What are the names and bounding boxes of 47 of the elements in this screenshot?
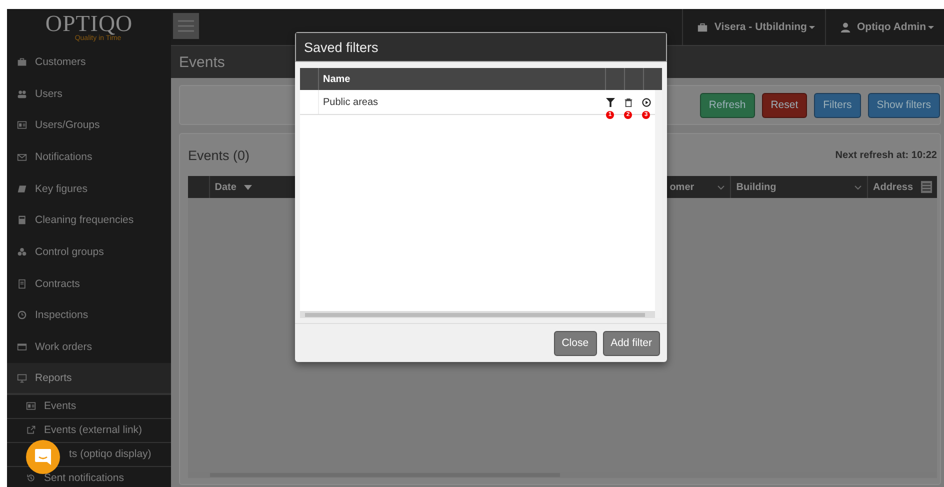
dialog-button[interactable]: Add filter bbox=[602, 330, 660, 356]
sidebar-item[interactable]: Work orders bbox=[7, 331, 171, 363]
sidebar-item[interactable]: Customers bbox=[7, 46, 171, 78]
sidebar-item[interactable]: Control groups bbox=[7, 236, 171, 268]
chat-icon bbox=[33, 447, 53, 467]
cubes-icon bbox=[17, 246, 27, 257]
user-dropdown[interactable]: Optiqo Admin bbox=[824, 9, 944, 45]
id-card-icon bbox=[17, 120, 27, 130]
clock-icon bbox=[17, 310, 27, 320]
sidebar-item[interactable]: Users bbox=[7, 78, 171, 110]
briefcase-icon bbox=[697, 22, 708, 32]
briefcase-icon bbox=[17, 56, 27, 67]
dialog-button[interactable]: Close bbox=[554, 330, 597, 356]
refresh-note: Next refresh at: 10:22 bbox=[835, 150, 937, 160]
table-cell-text: Public areas bbox=[322, 96, 380, 110]
logo-wordmark: OPTIQO bbox=[45, 12, 133, 34]
sidebar-item[interactable]: Inspections bbox=[7, 300, 171, 332]
menu-icon bbox=[178, 20, 194, 32]
envelope-icon bbox=[17, 152, 27, 162]
sidebar-item[interactable]: Cleaning frequencies bbox=[7, 204, 171, 236]
sidebar-item[interactable]: Reports bbox=[7, 362, 171, 395]
calculator-icon bbox=[17, 215, 27, 226]
toolbar-button[interactable]: Filters bbox=[814, 92, 861, 118]
sidebar-item[interactable]: Contracts bbox=[7, 268, 171, 300]
play-circle-icon[interactable] bbox=[642, 98, 650, 106]
history-icon bbox=[26, 473, 36, 484]
monitor-icon bbox=[17, 372, 27, 383]
sidebar-item[interactable]: Key figures bbox=[7, 172, 171, 204]
toolbar-button[interactable]: Refresh bbox=[700, 92, 755, 118]
toolbar-button[interactable]: Reset bbox=[762, 92, 808, 118]
sidebar-item[interactable]: Users/Groups bbox=[7, 109, 171, 142]
column-header: Name bbox=[322, 72, 352, 86]
panel-title: Events (0) bbox=[188, 148, 250, 162]
scrollbar[interactable] bbox=[300, 311, 655, 318]
document-icon bbox=[17, 278, 27, 289]
card-icon bbox=[17, 342, 27, 352]
dialog-title: Saved filters bbox=[304, 40, 378, 54]
page-title: Events bbox=[179, 54, 225, 70]
person-icon bbox=[840, 22, 851, 32]
id-card-icon bbox=[26, 401, 36, 412]
external-link-icon bbox=[26, 425, 36, 436]
sidebar-item[interactable]: Notifications bbox=[7, 141, 171, 173]
trash-icon[interactable] bbox=[624, 98, 632, 106]
filter-icon[interactable] bbox=[606, 98, 614, 106]
account-dropdown[interactable]: Visera - Utbildning bbox=[682, 9, 825, 45]
toolbar-button[interactable]: Show filters bbox=[868, 92, 940, 118]
users-icon bbox=[17, 88, 27, 99]
